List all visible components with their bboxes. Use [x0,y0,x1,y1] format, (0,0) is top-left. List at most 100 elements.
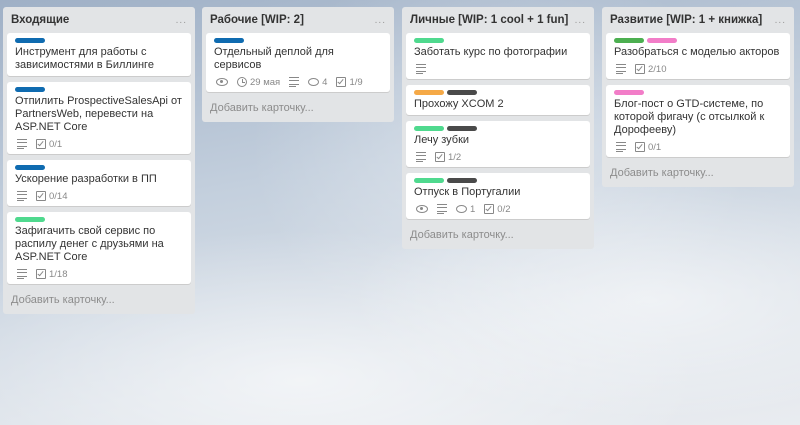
description-icon [17,190,27,202]
card[interactable]: Заботать курс по фотографии [406,33,590,79]
description-badge [437,203,447,215]
card[interactable]: Прохожу XCOM 2 [406,85,590,115]
card[interactable]: Ускорение разработки в ПП 0/14 [7,160,191,206]
comment-icon [456,205,467,213]
card-labels [414,90,582,95]
eye-icon [416,205,428,213]
checklist-icon [36,191,46,201]
list-menu-icon[interactable]: ... [775,15,786,26]
checklist-badge: 1/2 [435,152,461,163]
list-menu-icon[interactable]: ... [575,15,586,26]
label-green [414,178,444,183]
card[interactable]: Лечу зубки 1/2 [406,121,590,167]
list-title[interactable]: Личные [WIP: 1 cool + 1 fun] [410,14,568,26]
card-title: Прохожу XCOM 2 [414,98,504,110]
card[interactable]: Разобраться с моделью акторов 2/10 [606,33,790,79]
due-date: 29 мая [250,76,281,88]
eye-icon [216,78,228,86]
add-card-button[interactable]: Добавить карточку... [402,225,594,241]
comments-badge: 1 [456,204,475,215]
card[interactable]: Инструмент для работы с зависимостями в … [7,33,191,76]
card-list: Инструмент для работы с зависимостями в … [3,33,195,284]
card-title: Заботать курс по фотографии [414,46,568,58]
label-blue [214,38,244,43]
description-icon [289,76,300,88]
checklist-icon [484,204,495,214]
card[interactable]: Зафигачить свой сервис по распилу денег … [7,212,191,284]
label-black [447,178,477,183]
card-badges: 2/10 [614,63,782,75]
description-badge [17,190,27,202]
card-badges: 0/1 [15,138,183,150]
checklist-count: 1/9 [349,76,363,88]
list: Входящие ... Инструмент для работы с зави… [3,7,195,314]
checklist-count: 1/18 [49,268,68,280]
list-title[interactable]: Развитие [WIP: 1 + книжка] [610,14,762,26]
label-blue [15,38,45,43]
card-title: Блог-пост о GTD-системе, по которой фига… [614,98,765,136]
add-card-button[interactable]: Добавить карточку... [602,163,794,179]
card-badges: 0/1 [614,141,782,153]
description-icon [616,63,626,75]
checklist-icon [36,139,46,149]
checklist-count: 0/14 [49,190,68,202]
card-title: Разобраться с моделью акторов [614,46,780,58]
card[interactable]: Отпилить ProspectiveSalesApi от Partners… [7,82,191,154]
description-badge [17,138,27,150]
card-badges: 29 мая 4 1/9 [214,76,382,88]
list-title[interactable]: Рабочие [WIP: 2] [210,14,304,26]
card-title: Отдельный деплой для сервисов [214,46,334,71]
list: Рабочие [WIP: 2] ... Отдельный деплой для… [202,7,394,122]
label-black [447,90,477,95]
card[interactable]: Блог-пост о GTD-системе, по которой фига… [606,85,790,157]
checklist-badge: 0/14 [36,191,68,202]
list-header: Входящие ... [3,7,195,33]
checklist-count: 0/1 [49,138,63,150]
checklist-badge: 1/9 [336,76,363,88]
card-badges: 0/14 [15,190,183,202]
card[interactable]: Отпуск в Португалии 1 0/2 [406,173,590,219]
due-date-badge: 29 мая [237,77,280,88]
description-icon [416,63,426,75]
watch-badge [216,78,228,86]
checklist-count: 1/2 [448,151,462,163]
checklist-badge: 0/1 [635,142,661,153]
card-badges: 1/2 [414,151,582,163]
description-icon [437,203,447,215]
list-title[interactable]: Входящие [11,14,69,26]
checklist-count: 0/1 [648,141,662,153]
checklist-icon [635,142,645,152]
card-list: Отдельный деплой для сервисов 29 мая 4 1/9 [202,33,394,92]
checklist-badge: 2/10 [635,64,667,75]
description-badge [416,63,426,75]
list-menu-icon[interactable]: ... [375,15,386,26]
label-blue [15,87,45,92]
list-header: Развитие [WIP: 1 + книжка] ... [602,7,794,33]
checklist-icon [635,64,645,74]
add-card-button[interactable]: Добавить карточку... [202,98,394,114]
list-header: Личные [WIP: 1 cool + 1 fun] ... [402,7,594,33]
card-title: Инструмент для работы с зависимостями в … [15,46,154,71]
add-card-button[interactable]: Добавить карточку... [3,290,195,306]
card-title: Отпуск в Португалии [414,186,521,198]
list-menu-icon[interactable]: ... [176,15,187,26]
card-labels [614,38,782,43]
card-labels [15,217,183,222]
comment-icon [308,78,320,86]
description-icon [17,138,27,150]
list: Личные [WIP: 1 cool + 1 fun] ... Заботать… [402,7,594,249]
label-blue [15,165,45,170]
card[interactable]: Отдельный деплой для сервисов 29 мая 4 1/9 [206,33,390,92]
comment-count: 1 [470,203,476,215]
card-labels [614,90,782,95]
card-labels [15,87,183,92]
description-icon [616,141,626,153]
card-badges: 1 0/2 [414,203,582,215]
checklist-count: 2/10 [648,63,667,75]
card-title: Ускорение разработки в ПП [15,173,157,185]
watch-badge [416,205,428,213]
description-icon [17,268,27,280]
description-badge [289,76,300,88]
checklist-badge: 1/18 [36,269,68,280]
label-orange [414,90,444,95]
